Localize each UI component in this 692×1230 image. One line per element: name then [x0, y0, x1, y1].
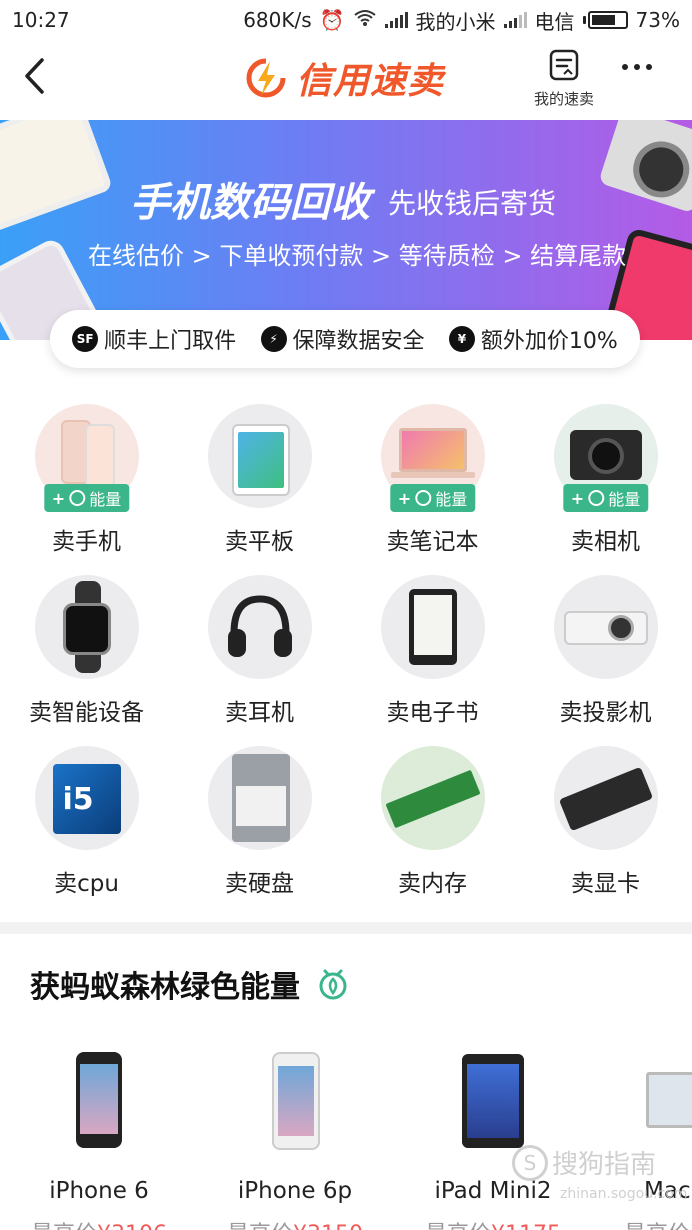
- ant-forest-leaf-icon: [319, 969, 347, 1000]
- energy-badge: + 能量: [562, 484, 649, 512]
- back-button[interactable]: [14, 56, 54, 96]
- feature-label: 顺丰上门取件: [104, 329, 237, 354]
- watermark: S 搜狗指南: [512, 1144, 656, 1181]
- feature-item-bonus: ¥ 额外加价10%: [448, 323, 618, 355]
- section-header: 获蚂蚁森林绿色能量: [30, 962, 350, 1006]
- category-label: 卖笔记本: [386, 529, 479, 555]
- category-label: 卖手机: [52, 529, 121, 555]
- more-options-button[interactable]: [622, 64, 652, 70]
- projector-icon: [553, 575, 658, 679]
- cpu-icon: i5: [34, 746, 139, 850]
- order-list-icon: [549, 49, 579, 81]
- banner-steps: 在线估价 > 下单收预付款 > 等待质检 > 结算尾款: [88, 242, 627, 270]
- memory-icon: [380, 746, 485, 850]
- category-label: 卖硬盘: [225, 871, 294, 897]
- energy-badge: + 能量: [389, 484, 476, 512]
- category-label: 卖内存: [398, 871, 467, 897]
- shield-icon: ⚡: [260, 326, 287, 352]
- lightning-logo-icon: [246, 58, 286, 98]
- energy-badge: + 能量: [43, 484, 130, 512]
- product-price: 最高价¥1175: [398, 1216, 588, 1230]
- product-price: 最高价¥3106: [4, 1216, 194, 1230]
- promo-banner[interactable]: 手机数码回收 先收钱后寄货 在线估价 > 下单收预付款 > 等待质检 > 结算尾…: [0, 120, 692, 340]
- sogou-logo-icon: S: [512, 1144, 548, 1181]
- smartwatch-icon: [34, 575, 139, 679]
- category-label: 卖智能设备: [29, 700, 144, 726]
- feature-label: 保障数据安全: [292, 329, 425, 354]
- watermark-url: zhinan.sogou.com: [560, 1186, 688, 1202]
- category-camera[interactable]: + 能量 卖相机: [519, 404, 692, 575]
- ipad-image: [462, 1054, 524, 1148]
- carrier-name-1: 我的小米: [415, 9, 496, 34]
- signal-icon: [384, 12, 408, 28]
- category-label: 卖电子书: [386, 700, 479, 726]
- category-label: 卖cpu: [54, 871, 119, 897]
- battery-icon: [582, 11, 628, 29]
- brand-title: 信用速卖: [296, 61, 445, 102]
- section-title: 获蚂蚁森林绿色能量: [30, 970, 300, 1005]
- category-smart-device[interactable]: 卖智能设备: [0, 575, 173, 746]
- category-phone[interactable]: + 能量 卖手机: [0, 404, 173, 575]
- section-divider: [0, 922, 692, 934]
- tablet-icon: [207, 404, 312, 508]
- category-grid: + 能量 卖手机 卖平板 + 能量 卖笔记本 + 能量 卖相机 卖智能设备 卖耳…: [0, 404, 692, 917]
- category-label: 卖平板: [225, 529, 294, 555]
- carrier-name-2: 电信: [534, 9, 575, 34]
- category-headphones[interactable]: 卖耳机: [173, 575, 346, 746]
- category-laptop[interactable]: + 能量 卖笔记本: [346, 404, 519, 575]
- hard-disk-icon: [207, 746, 312, 850]
- graphics-card-icon: [553, 746, 658, 850]
- product-price: 最高价: [596, 1216, 692, 1230]
- category-projector[interactable]: 卖投影机: [519, 575, 692, 746]
- tablet-image: [0, 120, 114, 234]
- status-bar: 10:27 680K/s ⏰ 我的小米 电信 73%: [0, 0, 692, 40]
- category-graphics-card[interactable]: 卖显卡: [519, 746, 692, 917]
- yuan-icon: ¥: [448, 326, 475, 352]
- category-hard-disk[interactable]: 卖硬盘: [173, 746, 346, 917]
- app-header: 信用速卖 我的速卖: [0, 40, 692, 120]
- product-name: iPhone 6p: [237, 1178, 353, 1204]
- feature-item-security: ⚡ 保障数据安全: [260, 323, 425, 355]
- headphones-icon: [207, 575, 312, 679]
- leaf-icon: [69, 490, 86, 506]
- product-name: iPhone 6: [49, 1178, 149, 1204]
- category-tablet[interactable]: 卖平板: [173, 404, 346, 575]
- category-label: 卖耳机: [225, 700, 294, 726]
- category-cpu[interactable]: i5 卖cpu: [0, 746, 173, 917]
- battery-percent: 73%: [635, 8, 680, 32]
- sf-express-icon: SF: [72, 326, 99, 352]
- category-label: 卖相机: [571, 529, 640, 555]
- feature-label: 额外加价10%: [480, 329, 618, 354]
- alarm-icon: ⏰: [319, 8, 345, 32]
- iphone-image: [76, 1052, 122, 1148]
- category-label: 卖投影机: [559, 700, 652, 726]
- my-sell-label: 我的速卖: [533, 90, 594, 108]
- network-speed: 680K/s: [243, 8, 312, 32]
- banner-title: 手机数码回收: [130, 180, 370, 226]
- status-time: 10:27: [12, 8, 70, 32]
- chevron-left-icon: [25, 58, 44, 94]
- camera-image: [598, 120, 692, 214]
- brand-logo: 信用速卖: [244, 52, 444, 104]
- category-memory[interactable]: 卖内存: [346, 746, 519, 917]
- product-price: 最高价¥3150: [200, 1216, 390, 1230]
- category-ebook[interactable]: 卖电子书: [346, 575, 519, 746]
- signal-icon-2: [503, 12, 527, 28]
- macbook-image: [646, 1072, 692, 1128]
- category-label: 卖显卡: [571, 871, 640, 897]
- iphone-image: [272, 1052, 320, 1150]
- leaf-icon: [588, 490, 605, 506]
- feature-bar: SF 顺丰上门取件 ⚡ 保障数据安全 ¥ 额外加价10%: [50, 310, 640, 368]
- my-sell-button[interactable]: 我的速卖: [526, 48, 602, 109]
- banner-subtitle: 先收钱后寄货: [388, 187, 557, 220]
- feature-item-pickup: SF 顺丰上门取件: [72, 323, 236, 355]
- leaf-icon: [415, 490, 432, 506]
- ebook-reader-icon: [380, 575, 485, 679]
- wifi-icon: [353, 8, 377, 32]
